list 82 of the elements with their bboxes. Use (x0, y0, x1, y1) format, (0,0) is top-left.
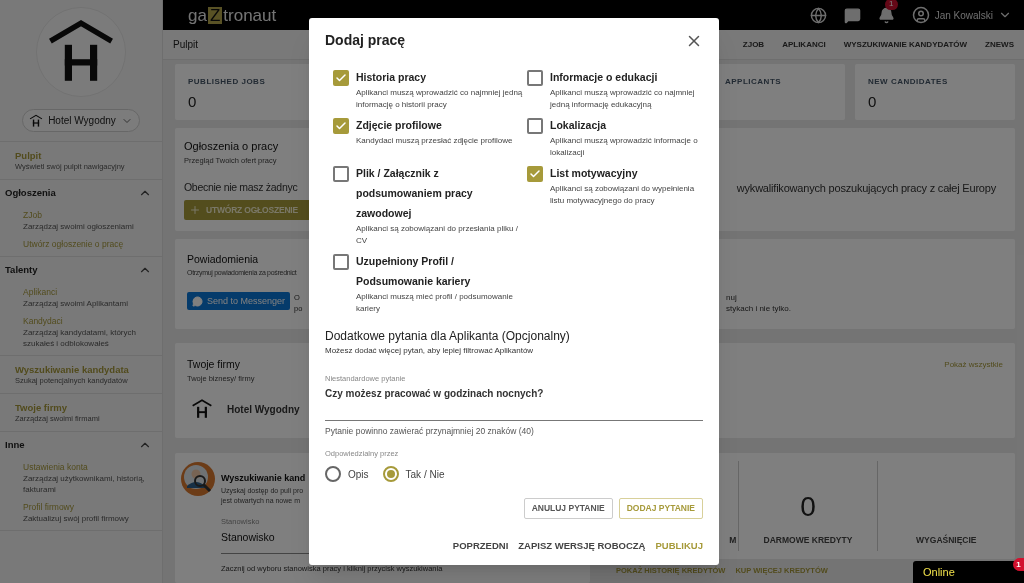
nav-tab[interactable]: ZNEWS (985, 38, 1014, 51)
credits-label: DARMOWE KREDYTY (763, 534, 853, 547)
chat-badge: 1 (1013, 558, 1024, 571)
sidebar-link-description: Zaktualizuj swój profil firmowy (23, 513, 130, 524)
company-select[interactable]: Hotel Wygodny (22, 109, 140, 132)
footer-button[interactable]: POPRZEDNI (452, 538, 509, 553)
notifications-text: nuj (726, 292, 738, 304)
radio-button[interactable] (325, 466, 341, 482)
dialog-title: Dodaj pracę (325, 31, 406, 50)
checkbox-description: Aplikanci muszą wprowadzić informacje o lokalizacji (550, 135, 699, 159)
checkbox-description: Kandydaci muszą przesłać zdjęcie profilowe (356, 135, 513, 147)
notifications-icon[interactable] (877, 6, 895, 24)
user-avatar-icon[interactable] (911, 6, 930, 24)
checkbox-label[interactable]: Informacje o edukacji (550, 67, 699, 87)
check-icon (335, 120, 347, 132)
sidebar-link-description: Zarządzaj użytkownikami, historią, fakturami (23, 473, 146, 495)
sidebar-section-header[interactable]: Talenty (0, 257, 162, 283)
stat-label: APPLICANTS (725, 76, 783, 88)
card-title: Ogłoszenia o pracy (184, 139, 279, 154)
app-logo[interactable]: ga Z tronaut (188, 6, 277, 24)
credits-label: M (729, 534, 738, 547)
checkbox[interactable] (333, 70, 349, 86)
stat-label: PUBLISHED JOBS (188, 76, 267, 88)
sidebar-link-description: Zarządzaj swoimi Aplikantami (23, 298, 129, 309)
radio-option[interactable]: Tak / Nie (382, 466, 445, 482)
checkbox[interactable] (333, 254, 349, 270)
checkbox[interactable] (333, 118, 349, 134)
messenger-icon (192, 295, 203, 307)
stat-label: NEW CANDIDATES (868, 76, 949, 88)
notifications-text: stykach i nie tylko. (726, 303, 791, 315)
checkbox-label[interactable]: Historia pracy (356, 67, 523, 87)
house-logo-icon (29, 113, 44, 128)
globe-icon[interactable] (809, 6, 827, 24)
checkbox-label[interactable]: List motywacyjny (550, 163, 699, 183)
plus-icon (189, 204, 201, 217)
section-title: Dodatkowe pytania dla Aplikanta (Opcjonalny) (325, 328, 571, 345)
checkbox[interactable] (527, 118, 543, 134)
stat-value: 0 (188, 92, 198, 112)
messenger-button[interactable]: Send to Messenger (187, 292, 291, 311)
footer-button[interactable]: ZAPISZ WERSJĘ ROBOCZĄ (518, 538, 646, 553)
checkbox[interactable] (527, 166, 543, 182)
checkbox-label[interactable]: Plik / Załącznik z podsumowaniem pracy zawodowej (356, 163, 523, 223)
person-search-icon (181, 462, 215, 496)
check-icon (335, 72, 347, 84)
checkbox-description: Aplikanci muszą wprowadzić co najmniej jedną informację edukacyjną (550, 87, 696, 111)
section-subtitle: Możesz dodać więcej pytań, aby lepiej filtrować Aplikantów (325, 345, 535, 357)
house-logo-icon (191, 398, 213, 420)
radio-option[interactable]: Opis (325, 466, 369, 482)
info-text: wykwalifikowanych poszukujących pracy z całej Europy (736, 180, 996, 196)
checkbox-label[interactable]: Lokalizacja (550, 115, 699, 135)
sidebar-section-header[interactable]: Inne (0, 432, 162, 458)
checkbox-description: Aplikanci muszą mieć profil / podsumowanie kariery (356, 291, 514, 315)
show-all-link[interactable]: Pokaż wszystkie (944, 359, 1003, 371)
checkbox-label[interactable]: Uzupełniony Profil / Podsumowanie kariery (356, 251, 523, 291)
footer-button[interactable]: PUBLIKUJ (655, 538, 703, 553)
question-button[interactable]: DODAJ PYTANIE (618, 498, 703, 519)
nav-tab[interactable]: WYSZUKIWANIE KANDYDATÓW (843, 38, 968, 51)
radio-button[interactable] (382, 466, 399, 482)
nav-tab[interactable]: ZJOB (742, 38, 765, 51)
stat-value: 0 (868, 92, 878, 112)
notification-badge: 1 (884, 0, 898, 10)
credits-label: WYGAŚNIĘCIE (916, 534, 977, 547)
nav-tab[interactable]: APLIKANCI (782, 38, 826, 51)
checkbox-description: Aplikanci są zobowiązani do przesłania pliku / CV (356, 223, 519, 247)
sidebar-link-description: Zarządzaj swoimi ogłoszeniami (23, 221, 135, 232)
checkbox-description: Aplikanci są zobowiązani do wypełnienia listu motywacyjnego do pracy (550, 183, 696, 207)
check-icon (529, 168, 541, 180)
question-button[interactable]: ANULUJ PYTANIE (523, 498, 613, 519)
checkbox[interactable] (527, 70, 543, 86)
user-name[interactable]: Jan Kowalski (934, 7, 993, 23)
checkbox[interactable] (333, 166, 349, 182)
chat-icon[interactable] (843, 6, 861, 24)
breadcrumb: Pulpit (173, 38, 198, 52)
sidebar-section-header[interactable]: Ogłoszenia (0, 180, 162, 206)
credits-value: 0 (800, 490, 816, 525)
empty-state-text: Obecnie nie masz żadnyc (184, 180, 298, 196)
checkbox-description: Aplikanci muszą wprowadzić co najmniej jedną informację o historii pracy (356, 87, 523, 111)
card-title: Powiadomienia (187, 252, 259, 267)
field-helper-text: Pytanie powinno zawierać przynajmniej 20 znaków (40) (325, 425, 535, 438)
checkbox-label[interactable]: Zdjęcie profilowe (356, 115, 513, 135)
card-title: Wyszukiwanie kand (221, 472, 306, 485)
card-title: Twoje firmy (187, 357, 241, 372)
